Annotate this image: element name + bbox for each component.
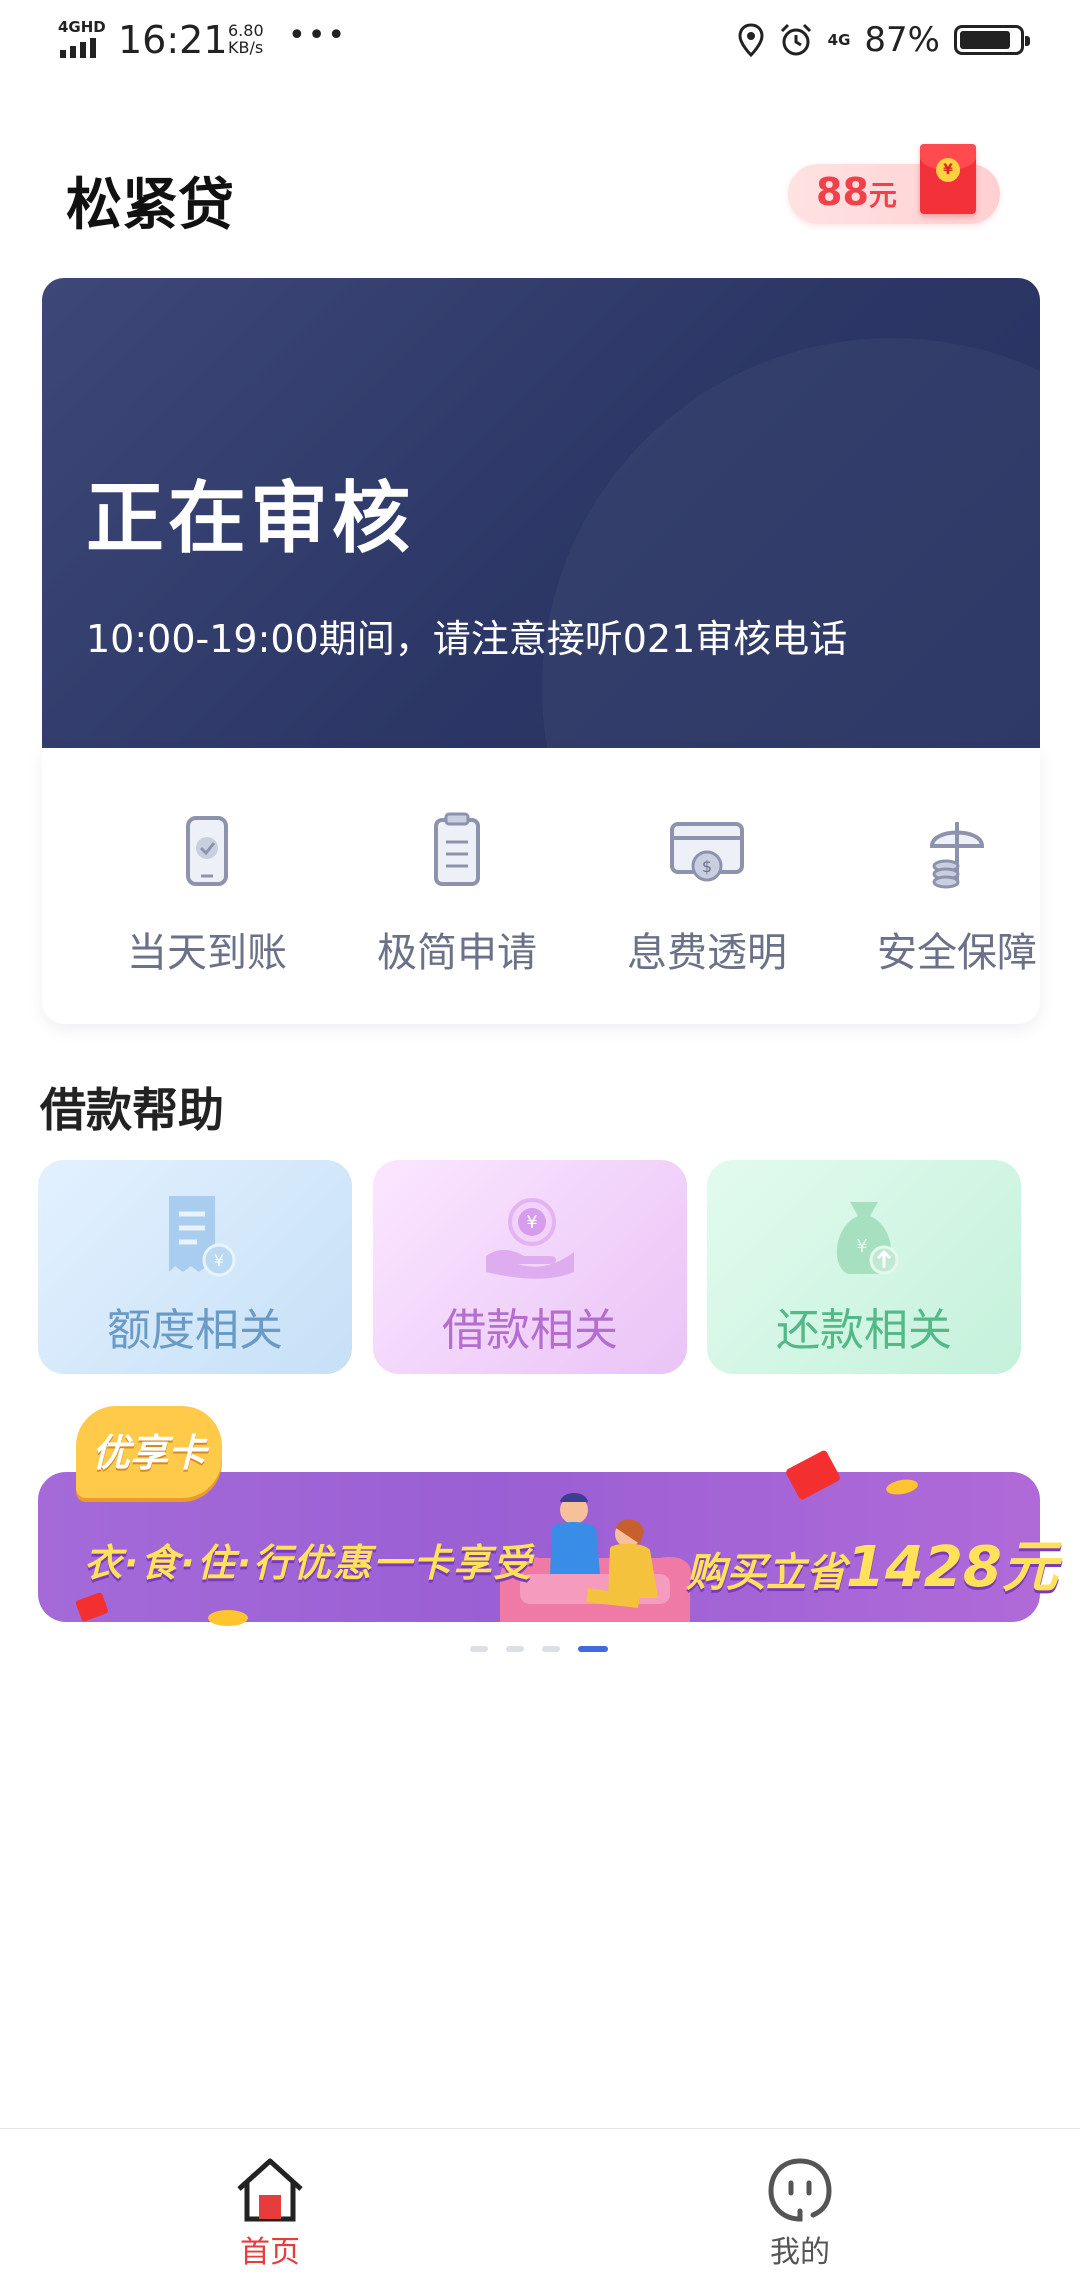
coupon-amount: 88 — [816, 170, 869, 214]
clock: 16:21 — [118, 18, 228, 62]
feature-label: 安全保障 — [877, 930, 1037, 976]
home-icon — [237, 2158, 303, 2222]
status-icons: 4G 87% — [738, 20, 1030, 60]
hand-yen-icon: ¥ — [486, 1198, 574, 1279]
bottom-nav: 首页 我的 — [0, 2128, 1080, 2280]
card-dollar-icon: $ — [670, 822, 744, 882]
help-card-repayment[interactable]: ¥ 还款相关 — [707, 1160, 1021, 1374]
pager-dot[interactable] — [578, 1646, 608, 1652]
nav-home-label: 首页 — [240, 2235, 300, 2270]
speed-unit: KB/s — [228, 38, 264, 57]
svg-text:¥: ¥ — [214, 1251, 224, 1270]
battery-percent: 87% — [864, 20, 940, 60]
carousel-pager — [470, 1646, 608, 1652]
help-card-label: 借款相关 — [442, 1305, 618, 1356]
umbrella-coins-icon — [929, 822, 985, 889]
promo-right-prefix: 购买立省 — [686, 1550, 846, 1596]
promo-right-amount: 1428元 — [846, 1535, 1058, 1600]
feature-same-day: 当天到账 — [82, 808, 332, 978]
receipt-yen-icon: ¥ — [169, 1196, 236, 1277]
pager-dot[interactable] — [470, 1646, 488, 1652]
help-section-title: 借款帮助 — [40, 1083, 224, 1137]
help-card-label: 额度相关 — [107, 1305, 283, 1356]
feature-simple-apply: 极简申请 — [332, 808, 582, 978]
network-type-label: 4GHD — [58, 18, 106, 36]
help-card-credit-limit[interactable]: ¥ 额度相关 — [38, 1160, 352, 1374]
page: 4GHD 16:21 6.80 KB/s ••• 4G 87% 松紧贷 88元 … — [0, 0, 1080, 2280]
app-title: 松紧贷 — [66, 173, 234, 238]
feature-transparent-fees: $ 息费透明 — [582, 808, 832, 978]
battery-fill — [960, 31, 1011, 49]
svg-text:$: $ — [702, 857, 712, 876]
svg-text:¥: ¥ — [856, 1236, 867, 1257]
promo-left-text: 衣·食·住·行优惠一卡享受 — [84, 1541, 534, 1585]
nav-mine-label: 我的 — [770, 2235, 830, 2270]
pager-dot[interactable] — [506, 1646, 524, 1652]
battery-icon — [954, 25, 1030, 55]
alarm-icon — [780, 23, 811, 56]
promo-badge: 优享卡 — [76, 1406, 222, 1498]
help-card-label: 还款相关 — [776, 1305, 952, 1356]
svg-text:¥: ¥ — [526, 1212, 537, 1233]
feature-label: 息费透明 — [627, 930, 787, 976]
nav-home[interactable]: 首页 — [190, 2155, 350, 2271]
review-status-banner: 正在审核 10:00-19:00期间，请注意接听021审核电话 — [42, 278, 1040, 748]
promo-badge-text: 优享卡 — [91, 1431, 206, 1475]
review-status-note: 10:00-19:00期间，请注意接听021审核电话 — [86, 617, 848, 661]
coupon-text: 88元 — [816, 170, 897, 214]
pager-dot[interactable] — [542, 1646, 560, 1652]
coupon-unit: 元 — [868, 179, 897, 212]
location-icon — [738, 23, 764, 57]
feature-label: 当天到账 — [127, 930, 287, 976]
help-card-borrowing[interactable]: ¥ 借款相关 — [373, 1160, 687, 1374]
network-speed: 6.80 KB/s — [228, 22, 264, 56]
review-status-title: 正在审核 — [86, 474, 415, 564]
features-panel: 当天到账 极简申请 $ 息费透明 安全保障 — [42, 748, 1040, 1024]
phone-check-icon — [186, 816, 228, 886]
money-bag-icon: ¥ — [836, 1202, 899, 1275]
red-packet-icon[interactable]: ¥ — [920, 144, 976, 214]
nav-mine[interactable]: 我的 — [720, 2155, 880, 2271]
signal-icon — [60, 38, 96, 58]
status-bar: 4GHD 16:21 6.80 KB/s ••• 4G 87% — [0, 0, 1080, 84]
feature-label: 极简申请 — [377, 930, 537, 976]
promo-right-text: 购买立省1428元 — [686, 1522, 1058, 1603]
coin-icon — [208, 1610, 248, 1626]
banner-decoration — [542, 338, 1040, 748]
profile-face-icon — [768, 2158, 832, 2222]
more-notifications-icon: ••• — [288, 18, 348, 53]
network-type-right: 4G — [827, 30, 851, 49]
clipboard-icon — [434, 812, 480, 886]
red-packet-seal: ¥ — [936, 158, 960, 182]
feature-security: 安全保障 — [832, 808, 1080, 978]
